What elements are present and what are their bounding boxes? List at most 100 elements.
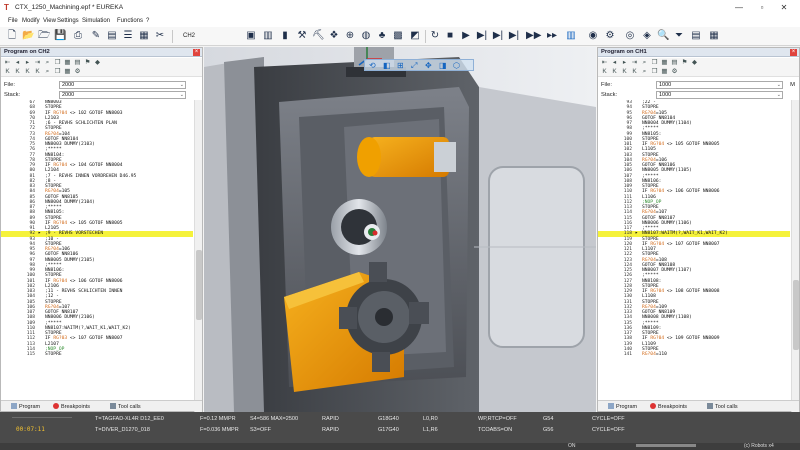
copy-icon[interactable]: ❐: [650, 59, 659, 67]
stack-select[interactable]: 2000 ⌄: [59, 91, 186, 99]
view-front-icon[interactable]: ▣: [245, 30, 257, 42]
duplicate-icon[interactable]: ❐: [650, 68, 659, 76]
k-last-icon[interactable]: K: [33, 68, 42, 76]
paste-icon[interactable]: ▤: [670, 59, 679, 67]
camera-view-icon[interactable]: ◉: [587, 30, 599, 42]
k-first-icon[interactable]: K: [3, 68, 12, 76]
code-line[interactable]: 141 RG?04=110: [598, 352, 790, 357]
step-back-icon[interactable]: ▶|: [508, 30, 520, 42]
close-icon[interactable]: ×: [790, 49, 797, 56]
print-icon[interactable]: ⎙: [72, 30, 84, 42]
scrollbar-thumb[interactable]: [196, 250, 202, 320]
target-icon[interactable]: ⊕: [344, 30, 356, 42]
next-icon[interactable]: ▸: [23, 59, 32, 67]
collision-icon[interactable]: ◈: [641, 30, 653, 42]
fast-forward-icon[interactable]: ▶▶: [526, 30, 541, 42]
fixture-icon[interactable]: ❖: [328, 30, 340, 42]
filter-icon[interactable]: ⏷: [673, 30, 685, 42]
rewind-icon[interactable]: ↻: [429, 30, 441, 42]
table-icon[interactable]: ▦: [63, 68, 72, 76]
next-icon[interactable]: ▸: [620, 59, 629, 67]
tab-program[interactable]: Program: [11, 403, 40, 410]
settings-icon[interactable]: ⚙: [670, 68, 679, 76]
menu-modify[interactable]: Modify: [22, 18, 40, 24]
tool-icon[interactable]: ⛏: [312, 30, 325, 42]
tab-breakpoints[interactable]: Breakpoints: [650, 403, 687, 410]
grid-icon[interactable]: ▦: [63, 59, 72, 67]
vertical-scrollbar[interactable]: [791, 100, 799, 446]
menu-help[interactable]: ?: [146, 18, 149, 24]
tab-program[interactable]: Program: [608, 403, 637, 410]
tab-tool-calls[interactable]: Tool calls: [707, 403, 738, 410]
open-project-icon[interactable]: 🗁: [38, 30, 50, 42]
menu-functions[interactable]: Functions: [117, 18, 143, 24]
prev-icon[interactable]: ◂: [610, 59, 619, 67]
search-icon[interactable]: ⌕: [43, 59, 52, 67]
vertical-scrollbar[interactable]: [194, 100, 202, 446]
k-next-icon[interactable]: K: [23, 68, 32, 76]
first-line-icon[interactable]: ⇤: [3, 59, 12, 67]
target-view-icon[interactable]: ◎: [624, 30, 636, 42]
bookmark-icon[interactable]: ⚑: [83, 59, 92, 67]
speed-slider[interactable]: [636, 444, 696, 447]
scrollbar-thumb[interactable]: [793, 280, 799, 350]
mark-icon[interactable]: ◆: [93, 59, 102, 67]
pan-icon[interactable]: ✥: [425, 61, 432, 70]
tab-tool-calls[interactable]: Tool calls: [110, 403, 141, 410]
measure-icon[interactable]: ⚒: [296, 30, 308, 42]
save-icon[interactable]: 💾: [54, 30, 66, 42]
duplicate-icon[interactable]: ❐: [53, 68, 62, 76]
cube-view-icon[interactable]: ◧: [383, 61, 391, 70]
paste-icon[interactable]: ▤: [73, 59, 82, 67]
last-line-icon[interactable]: ⇥: [33, 59, 42, 67]
section-icon[interactable]: ◨: [439, 61, 447, 70]
prev-icon[interactable]: ◂: [13, 59, 22, 67]
isometric-icon[interactable]: ⬡: [453, 61, 460, 70]
menu-simulation[interactable]: Simulation: [82, 18, 110, 24]
k-last-icon[interactable]: K: [630, 68, 639, 76]
chart-icon[interactable]: ▮: [279, 30, 291, 42]
file-select[interactable]: 1000 ⌄: [656, 81, 783, 89]
zoom-icon[interactable]: 🔍: [657, 30, 669, 42]
copy-icon[interactable]: ❐: [53, 59, 62, 67]
settings-icon[interactable]: ⚙: [73, 68, 82, 76]
table-icon[interactable]: ▦: [660, 68, 669, 76]
tab-breakpoints[interactable]: Breakpoints: [53, 403, 90, 410]
open-folder-icon[interactable]: 📂: [22, 30, 34, 42]
stack-select[interactable]: 1000 ⌄: [656, 91, 783, 99]
k-next-icon[interactable]: K: [620, 68, 629, 76]
database-icon[interactable]: ▦: [708, 30, 720, 42]
find-icon[interactable]: ⌕: [43, 68, 52, 76]
k-first-icon[interactable]: K: [600, 68, 609, 76]
new-file-icon[interactable]: 🗋: [6, 30, 18, 42]
program-code-list[interactable]: 93 ;22 -94 STOPRE 95 RG?04=105 96 GOTOF NN8104…: [598, 100, 790, 446]
skip-icon[interactable]: ▸▸: [546, 30, 558, 42]
program-code-list[interactable]: 67 NN8003 68 STOPRE 69 IF RG?04 <> 102 GOTOF …: [1, 100, 193, 446]
list-icon[interactable]: ☰: [122, 30, 134, 42]
step-block-icon[interactable]: ▶|: [492, 30, 504, 42]
maximize-button[interactable]: ▫: [756, 3, 768, 13]
last-line-icon[interactable]: ⇥: [630, 59, 639, 67]
settings-icon[interactable]: ⚙: [604, 30, 616, 42]
layout-icon[interactable]: ▤: [106, 30, 118, 42]
k-prev-icon[interactable]: K: [13, 68, 22, 76]
play-icon[interactable]: ▶: [460, 30, 472, 42]
file-select[interactable]: 2000 ⌄: [59, 81, 186, 89]
stop-icon[interactable]: ■: [444, 30, 456, 42]
view-grid-icon[interactable]: ▥: [262, 30, 274, 42]
search-icon[interactable]: ⌕: [640, 59, 649, 67]
menu-view[interactable]: View: [43, 18, 56, 24]
report-icon[interactable]: ▤: [690, 30, 702, 42]
minimize-button[interactable]: —: [733, 3, 745, 13]
find-icon[interactable]: ⌕: [640, 68, 649, 76]
k-prev-icon[interactable]: K: [610, 68, 619, 76]
tools-icon[interactable]: ✂: [154, 30, 166, 42]
bookmark-icon[interactable]: ⚑: [680, 59, 689, 67]
close-icon[interactable]: ×: [193, 49, 200, 56]
xyz-view-icon[interactable]: ⊞: [397, 61, 404, 70]
menu-settings[interactable]: Settings: [57, 18, 79, 24]
document-icon[interactable]: ▦: [138, 30, 150, 42]
panel-icon[interactable]: ◩: [409, 30, 421, 42]
first-line-icon[interactable]: ⇤: [600, 59, 609, 67]
close-button[interactable]: ✕: [778, 3, 790, 13]
